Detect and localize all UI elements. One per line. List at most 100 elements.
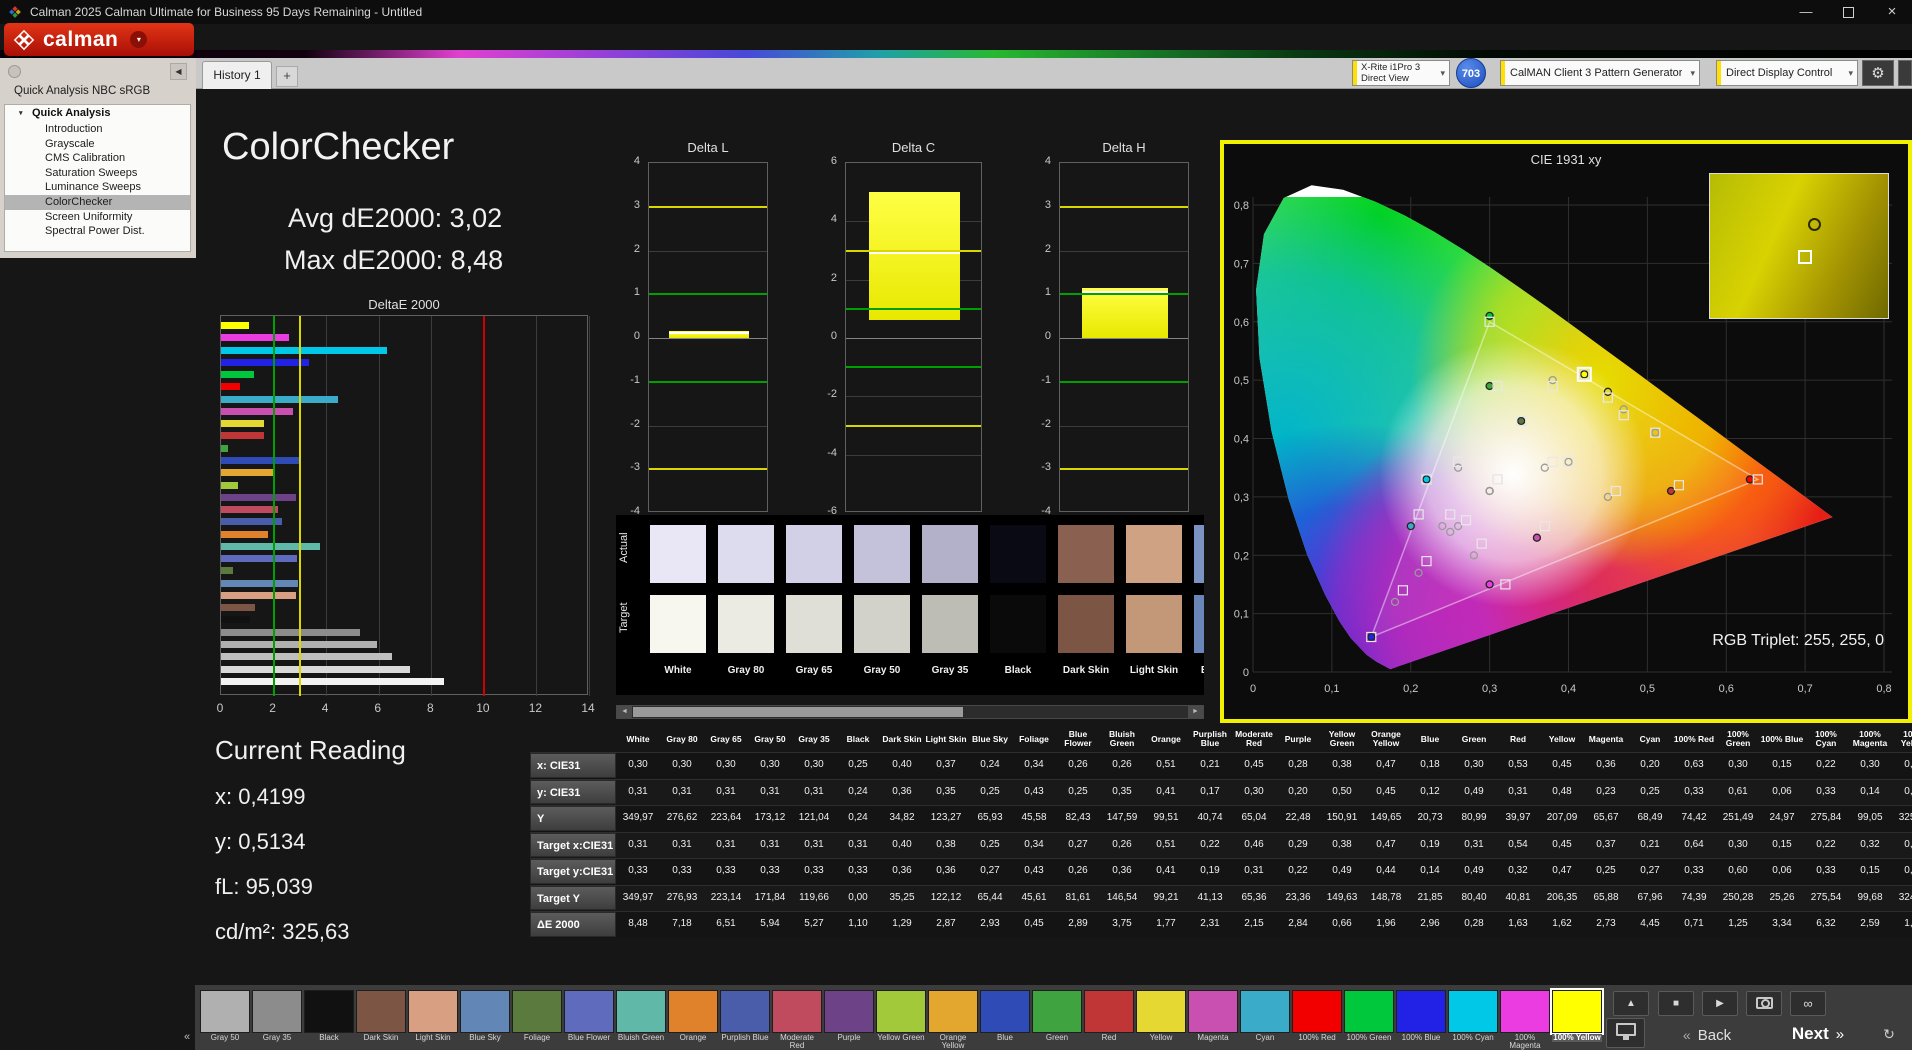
sidebar-item-screen-uniformity[interactable]: Screen Uniformity <box>5 210 190 225</box>
cie-y-tick: 0,3 <box>1234 492 1249 504</box>
gear-icon[interactable]: ⚙ <box>1862 60 1894 86</box>
patch-red[interactable] <box>1084 990 1134 1033</box>
patch-green[interactable] <box>1032 990 1082 1033</box>
patch-100-blue[interactable] <box>1396 990 1446 1033</box>
patch-100-cyan[interactable] <box>1448 990 1498 1033</box>
patch-gray-35[interactable] <box>252 990 302 1033</box>
patch-blue[interactable] <box>980 990 1030 1033</box>
patch-gray-50[interactable] <box>200 990 250 1033</box>
grid-line <box>536 316 537 696</box>
sidebar-item-luminance-sweeps[interactable]: Luminance Sweeps <box>5 180 190 195</box>
maximize-icon[interactable] <box>1828 0 1868 24</box>
sidebar-item-cms-calibration[interactable]: CMS Calibration <box>5 151 190 166</box>
patch-purple[interactable] <box>824 990 874 1033</box>
calman-logo[interactable]: calman ▾ <box>4 23 194 56</box>
chevron-down-icon[interactable]: ▾ <box>1843 68 1857 79</box>
bar-light-skin <box>221 592 296 599</box>
scroll-left-icon[interactable]: ◄ <box>617 706 632 718</box>
next-arrows-icon: » <box>1836 1026 1844 1043</box>
patch-yellow-green[interactable] <box>876 990 926 1033</box>
grid-line <box>846 396 981 397</box>
cell-target-y-cie31-green: 0,49 <box>1452 858 1496 885</box>
display-control-selector[interactable]: Direct Display Control ▾ <box>1716 60 1858 86</box>
cell-y-yellow-green: 150,91 <box>1320 805 1364 832</box>
add-tab-button[interactable]: + <box>276 66 298 87</box>
tab-history-1[interactable]: History 1 <box>202 61 272 89</box>
cell-y-gray-50: 173,12 <box>748 805 792 832</box>
pattern-generator-selector[interactable]: CalMAN Client 3 Pattern Generator ▾ <box>1500 60 1700 86</box>
cell-e-2000-black: 1,10 <box>836 911 880 938</box>
sidebar-item-spectral-power-dist[interactable]: Spectral Power Dist. <box>5 224 190 239</box>
cell-x-cie31-gray-80: 0,30 <box>660 752 704 779</box>
chevron-down-icon[interactable]: ▾ <box>1436 68 1449 79</box>
sidebar-item-introduction[interactable]: Introduction <box>5 122 190 137</box>
calman-mark-icon <box>13 29 35 51</box>
cell-e-2000-100-green: 1,25 <box>1716 911 1760 938</box>
patch-blue-flower[interactable] <box>564 990 614 1033</box>
scroll-right-icon[interactable]: ► <box>1188 706 1203 718</box>
stop-button[interactable]: ■ <box>1658 991 1694 1016</box>
sidebar-item-colorchecker[interactable]: ColorChecker <box>5 195 190 210</box>
row-label-target-y: Target Y <box>530 886 616 911</box>
scrollbar-handle[interactable] <box>633 707 963 717</box>
patch-magenta[interactable] <box>1188 990 1238 1033</box>
sidebar-dot-button[interactable] <box>8 65 21 78</box>
cell-target-y-cie31-foliage: 0,43 <box>1012 858 1056 885</box>
cell-target-y-cie31-white: 0,33 <box>616 858 660 885</box>
sidebar-item-saturation-sweeps[interactable]: Saturation Sweeps <box>5 166 190 181</box>
next-button[interactable]: Next » <box>1768 1021 1868 1047</box>
tree-root-quick-analysis[interactable]: ▾Quick Analysis <box>5 105 190 122</box>
ref-line-2 <box>273 316 275 696</box>
capture-button[interactable] <box>1746 991 1782 1016</box>
cell-target-y-moderate-red: 65,36 <box>1232 885 1276 912</box>
play-button[interactable]: ▶ <box>1702 991 1738 1016</box>
y-tick-label: 3 <box>600 199 640 211</box>
patch-moderate-red[interactable] <box>772 990 822 1033</box>
chevron-down-icon[interactable]: ▾ <box>1685 68 1699 79</box>
patch-cyan[interactable] <box>1240 990 1290 1033</box>
refresh-icon[interactable]: ↻ <box>1874 1022 1904 1048</box>
meter-badge[interactable]: 703 <box>1456 58 1486 88</box>
continuous-button[interactable]: ∞ <box>1790 991 1826 1016</box>
cell-y-gray-65: 223,64 <box>704 805 748 832</box>
tree-expander-icon[interactable]: ▾ <box>19 105 23 122</box>
patch-100-yellow[interactable] <box>1552 990 1602 1033</box>
patch-orange[interactable] <box>668 990 718 1033</box>
patch-100-red[interactable] <box>1292 990 1342 1033</box>
cell-target-y-cie31-orange: 0,41 <box>1144 858 1188 885</box>
patch-purplish-blue[interactable] <box>720 990 770 1033</box>
edge-panel-button[interactable] <box>1898 60 1912 86</box>
patch-label-light-skin: Light Skin <box>408 1034 458 1042</box>
patch-orange-yellow[interactable] <box>928 990 978 1033</box>
grid-line <box>649 338 767 339</box>
swatch-compare-scrollbar[interactable]: ◄ ► <box>616 705 1204 719</box>
logo-dropdown-icon[interactable]: ▾ <box>130 31 147 48</box>
measurement-table: WhiteGray 80Gray 65Gray 50Gray 35BlackDa… <box>530 726 1912 938</box>
meter-selector[interactable]: X-Rite i1Pro 3 Direct View ▾ <box>1352 60 1450 86</box>
bar-gray-35 <box>221 629 360 636</box>
patch-blue-sky[interactable] <box>460 990 510 1033</box>
patch-dark-skin[interactable] <box>356 990 406 1033</box>
cell-target-y-gray-80: 276,93 <box>660 885 704 912</box>
patch-bluish-green[interactable] <box>616 990 666 1033</box>
minimize-icon[interactable]: — <box>1786 0 1826 24</box>
cell-target-x-cie31-100-yellow: 0,42 <box>1892 832 1912 859</box>
cie-x-tick: 0,2 <box>1403 683 1418 695</box>
patch-light-skin[interactable] <box>408 990 458 1033</box>
patch-foliage[interactable] <box>512 990 562 1033</box>
cell-target-y-cie31-gray-80: 0,33 <box>660 858 704 885</box>
patch-yellow[interactable] <box>1136 990 1186 1033</box>
sidebar-item-grayscale[interactable]: Grayscale <box>5 137 190 152</box>
strip-scroll-left-icon[interactable]: « <box>184 1031 190 1043</box>
eject-button[interactable]: ▲ <box>1613 991 1649 1016</box>
display-window-button[interactable] <box>1606 1018 1645 1048</box>
patch-black[interactable] <box>304 990 354 1033</box>
actual-swatch-gray-80 <box>718 525 774 583</box>
collapse-sidebar-icon[interactable]: ◀ <box>170 63 187 80</box>
patch-100-green[interactable] <box>1344 990 1394 1033</box>
bar-100-green <box>221 371 254 378</box>
patch-100-magenta[interactable] <box>1500 990 1550 1033</box>
back-button[interactable]: « Back <box>1652 1022 1762 1048</box>
measured-red <box>1668 488 1675 495</box>
close-icon[interactable]: × <box>1872 0 1912 24</box>
